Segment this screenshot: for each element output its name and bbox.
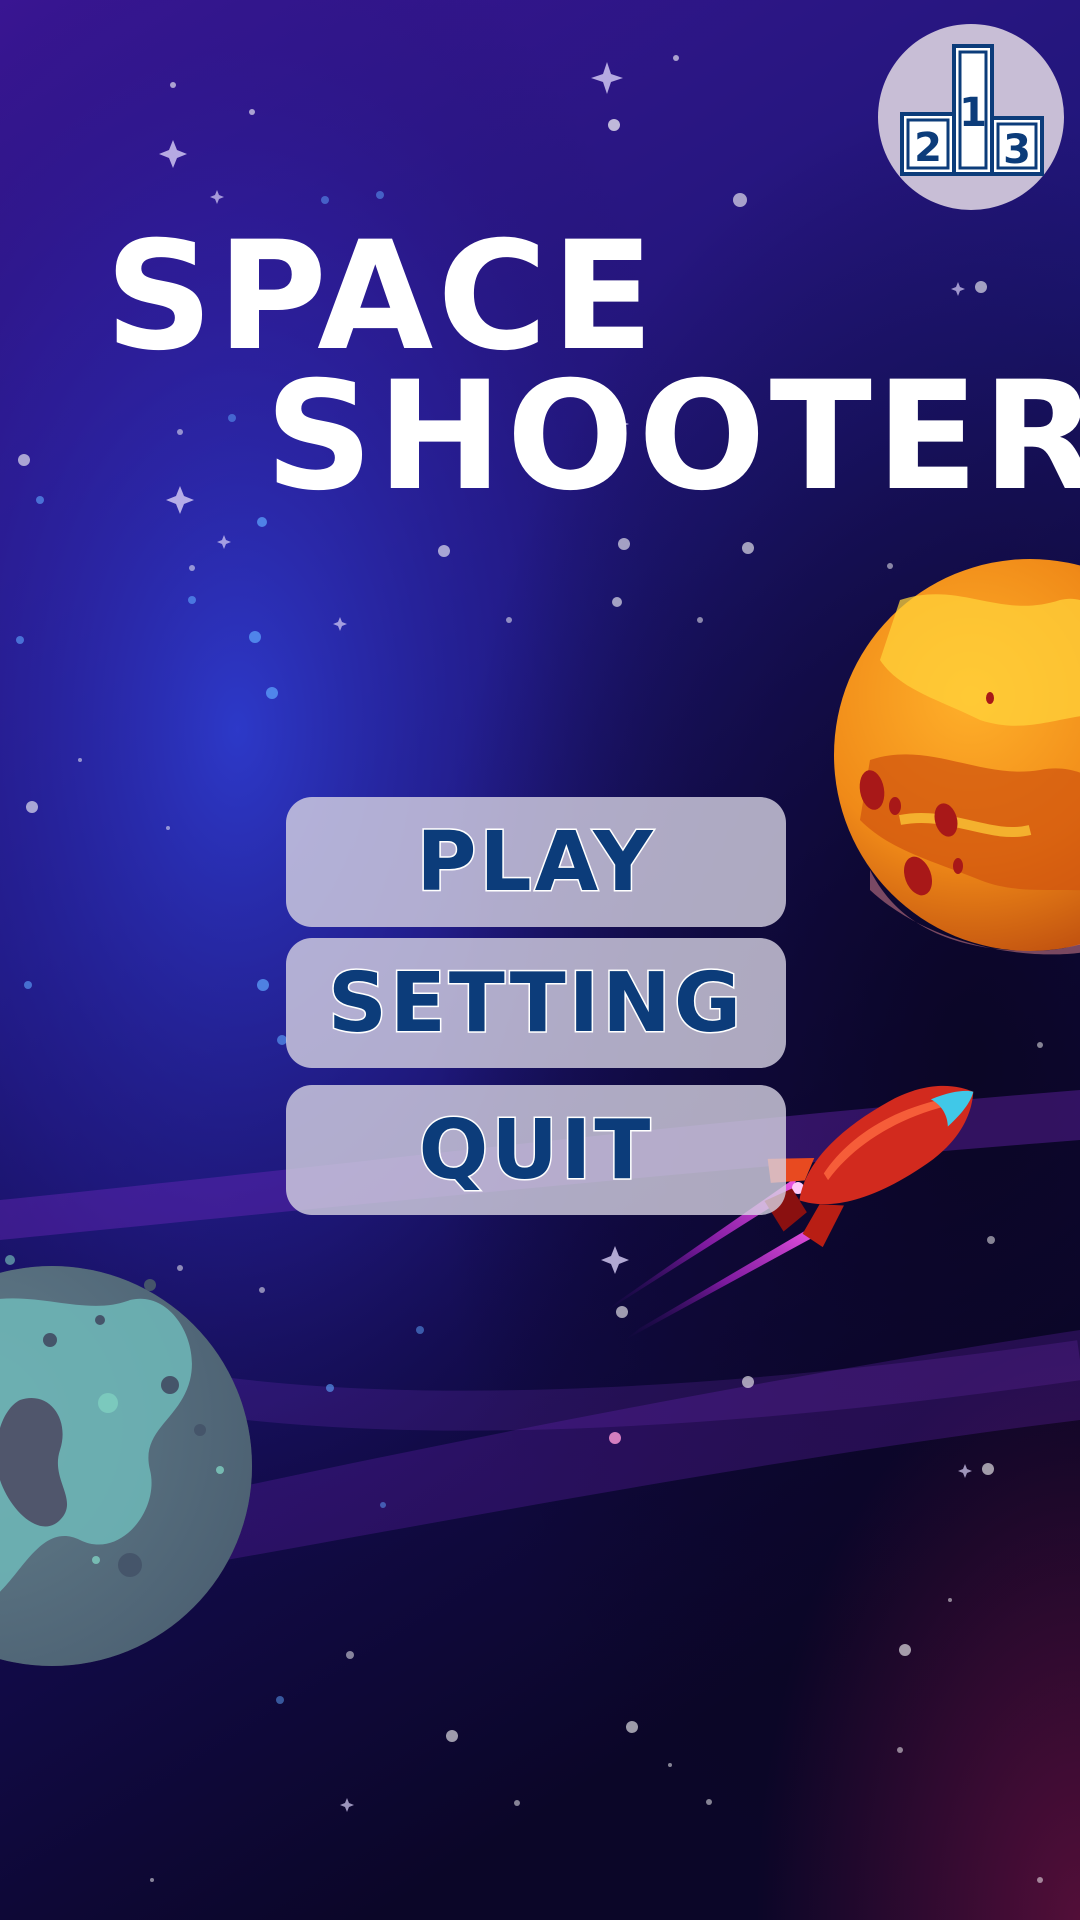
quit-button[interactable]: QUIT	[286, 1085, 786, 1215]
podium-first-label: 1	[959, 90, 987, 136]
main-menu-screen: SPACE SHOOTER 1 2 3 PLAY SETTING QUIT	[0, 0, 1080, 1920]
play-button[interactable]: PLAY	[286, 797, 786, 927]
play-button-label: PLAY	[415, 813, 656, 911]
podium-third-label: 3	[1003, 127, 1031, 173]
setting-button[interactable]: SETTING	[286, 938, 786, 1068]
podium-icon: 1 2 3	[900, 44, 1044, 176]
quit-button-label: QUIT	[417, 1101, 654, 1199]
podium-second-label: 2	[914, 125, 942, 171]
game-title-line-2: SHOOTER	[265, 350, 1080, 524]
leaderboard-button[interactable]: 1 2 3	[878, 24, 1064, 210]
setting-button-label: SETTING	[326, 954, 745, 1052]
